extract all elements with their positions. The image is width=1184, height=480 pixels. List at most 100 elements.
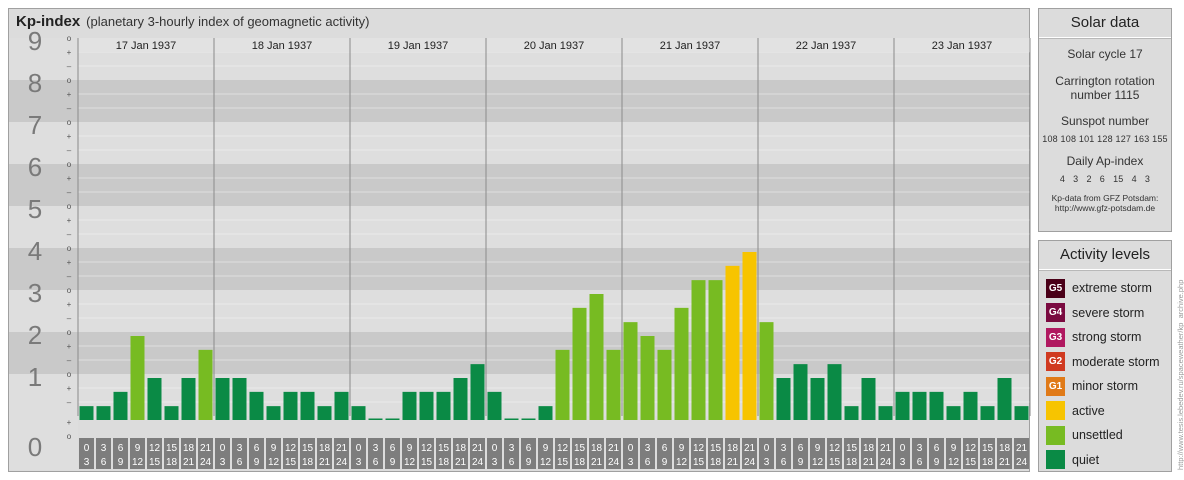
y-subtick-label: – — [67, 146, 72, 155]
legend-swatch — [1046, 450, 1065, 470]
interval-start-label: 21 — [880, 443, 892, 454]
interval-end-label: 3 — [220, 457, 226, 468]
y-subtick-label: o — [67, 244, 72, 253]
interval-end-label: 15 — [829, 457, 841, 468]
y-subtick-label: – — [67, 398, 72, 407]
interval-start-label: 12 — [285, 443, 297, 454]
interval-end-label: 18 — [846, 457, 858, 468]
interval-start-label: 9 — [679, 443, 685, 454]
interval-start-label: 15 — [982, 443, 994, 454]
y-subtick-label: + — [67, 384, 72, 393]
y-tick-label: 0 — [28, 432, 42, 462]
kp-bar — [759, 322, 774, 420]
interval-end-label: 3 — [900, 457, 906, 468]
y-subtick-label: o — [67, 286, 72, 295]
interval-end-label: 21 — [863, 457, 875, 468]
y-subtick-label: o — [67, 76, 72, 85]
solar-cycle: Solar cycle 17 — [1067, 47, 1143, 61]
legend-swatch — [1046, 401, 1065, 421]
y-subtick-label: o — [67, 34, 72, 43]
interval-start-label: 21 — [336, 443, 348, 454]
sunspot-label: Sunspot number — [1060, 114, 1150, 128]
legend-label: extreme storm — [1072, 281, 1152, 296]
interval-start-label: 12 — [693, 443, 705, 454]
kp-bar — [827, 364, 842, 420]
interval-start-label: 18 — [455, 443, 467, 454]
interval-end-label: 9 — [662, 457, 668, 468]
interval-end-label: 9 — [526, 457, 532, 468]
day-label: 23 Jan 1937 — [932, 40, 993, 52]
interval-start-label: 21 — [744, 443, 756, 454]
interval-end-label: 12 — [812, 457, 824, 468]
interval-start-label: 6 — [662, 443, 668, 454]
kp-bar — [487, 391, 502, 420]
interval-start-label: 12 — [421, 443, 433, 454]
interval-start-label: 6 — [526, 443, 532, 454]
kp-bar — [793, 364, 808, 420]
day-label: 18 Jan 1937 — [252, 40, 313, 52]
y-subtick-label: + — [67, 132, 72, 141]
interval-end-label: 21 — [591, 457, 603, 468]
interval-start-label: 3 — [101, 443, 107, 454]
legend-swatch: G5 — [1046, 278, 1065, 298]
kp-band — [9, 248, 1029, 290]
interval-start-label: 6 — [254, 443, 260, 454]
legend-swatch: G1 — [1046, 376, 1065, 396]
interval-end-label: 6 — [917, 457, 923, 468]
interval-end-label: 6 — [645, 457, 651, 468]
kp-bar — [351, 406, 366, 420]
interval-end-label: 12 — [404, 457, 416, 468]
kp-bar — [623, 322, 638, 420]
kp-bar — [1014, 406, 1029, 420]
y-subtick-label: o — [67, 118, 72, 127]
interval-end-label: 9 — [390, 457, 396, 468]
interval-start-label: 3 — [509, 443, 515, 454]
interval-end-label: 9 — [118, 457, 124, 468]
kp-bar — [300, 391, 315, 420]
kp-bar — [776, 378, 791, 420]
interval-start-label: 9 — [407, 443, 413, 454]
interval-start-label: 12 — [149, 443, 161, 454]
kp-bar — [453, 378, 468, 420]
interval-end-label: 3 — [84, 457, 90, 468]
interval-end-label: 9 — [798, 457, 804, 468]
kp-bar — [946, 406, 961, 420]
y-subtick-label: o — [67, 328, 72, 337]
interval-start-label: 18 — [591, 443, 603, 454]
kp-bar — [317, 406, 332, 420]
interval-start-label: 12 — [829, 443, 841, 454]
y-subtick-label: + — [67, 342, 72, 351]
y-subtick-label: – — [67, 230, 72, 239]
kp-bar — [589, 294, 604, 420]
kp-bar — [929, 391, 944, 420]
interval-start-label: 18 — [183, 443, 195, 454]
interval-start-label: 6 — [118, 443, 124, 454]
source-credit: http://www.tesis.lebedev.ru/spaceweather… — [1176, 279, 1184, 470]
kp-band — [9, 332, 1029, 374]
kp-bar — [963, 391, 978, 420]
kp-band — [9, 164, 1029, 206]
legend-item-quiet: quiet — [1046, 448, 1171, 473]
interval-end-label: 15 — [285, 457, 297, 468]
interval-start-label: 6 — [934, 443, 940, 454]
interval-end-label: 24 — [880, 457, 892, 468]
interval-end-label: 9 — [934, 457, 940, 468]
solar-data-title: Solar data — [1039, 9, 1171, 38]
interval-end-label: 12 — [268, 457, 280, 468]
y-subtick-label: o — [67, 202, 72, 211]
interval-end-label: 18 — [982, 457, 994, 468]
y-tick-label: 4 — [28, 236, 42, 266]
kp-bar — [810, 378, 825, 420]
y-subtick-label: – — [67, 188, 72, 197]
y-tick-label: 9 — [28, 26, 42, 56]
interval-start-label: 15 — [438, 443, 450, 454]
legend-label: severe storm — [1072, 305, 1145, 320]
interval-end-label: 24 — [1016, 457, 1028, 468]
y-subtick-label: + — [67, 258, 72, 267]
legend-item-moderate-storm: G2 moderate storm — [1046, 350, 1171, 375]
y-subtick-label: + — [67, 300, 72, 309]
kp-band — [9, 122, 1029, 164]
interval-end-label: 12 — [132, 457, 144, 468]
interval-start-label: 18 — [319, 443, 331, 454]
interval-start-label: 21 — [608, 443, 620, 454]
